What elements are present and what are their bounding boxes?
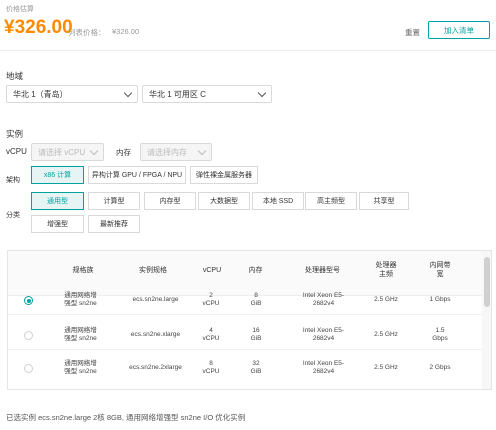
row-radio[interactable] xyxy=(24,296,33,305)
header-cpu: 处理器型号 xyxy=(305,267,340,274)
category-option-recommended[interactable]: 最新推荐 xyxy=(88,215,140,233)
cell-spec: ecs.sn2ne.2xlarge xyxy=(129,364,182,371)
price-amount: ¥326.00 xyxy=(4,17,73,38)
header-freq: 处理器 主频 xyxy=(375,262,397,278)
cell-freq: 2.5 GHz xyxy=(374,296,398,303)
category-option-big-data[interactable]: 大数据型 xyxy=(198,192,250,210)
divider xyxy=(0,50,496,51)
chevron-down-icon xyxy=(197,146,207,156)
region-select-value: 华北 1（青岛） xyxy=(13,89,68,99)
cell-bandwidth: 2 Gbps xyxy=(429,364,451,371)
memory-select[interactable]: 请选择内存 xyxy=(140,143,212,161)
category-label: 分类 xyxy=(6,212,20,219)
cell-family: 通用网络增 强型 sn2ne xyxy=(64,292,97,307)
region-label: 地域 xyxy=(6,71,24,81)
memory-select-placeholder: 请选择内存 xyxy=(147,147,187,157)
vcpu-select-placeholder: 请选择 vCPU xyxy=(38,147,86,157)
cell-memory: 8 GiB xyxy=(250,292,262,307)
cell-memory: 16 GiB xyxy=(250,327,262,342)
zone-select[interactable]: 华北 1 可用区 C xyxy=(142,85,272,103)
category-option-high-freq[interactable]: 高主频型 xyxy=(305,192,357,210)
region-select[interactable]: 华北 1（青岛） xyxy=(6,85,138,103)
row-radio[interactable] xyxy=(24,364,33,373)
cell-cpu: Intel Xeon E5- 2682v4 xyxy=(302,360,345,375)
cell-vcpu: 2 vCPU xyxy=(202,292,220,307)
arch-option-heterogeneous[interactable]: 异构计算 GPU / FPGA / NPU xyxy=(88,166,186,184)
chevron-down-icon xyxy=(123,88,133,98)
category-option-memory[interactable]: 内存型 xyxy=(144,192,196,210)
table-scrollbar-thumb[interactable] xyxy=(484,257,490,307)
instance-label: 实例 xyxy=(6,129,24,139)
vcpu-select[interactable]: 请选择 vCPU xyxy=(31,143,104,161)
category-option-local-ssd[interactable]: 本地 SSD xyxy=(252,192,304,210)
cell-cpu: Intel Xeon E5- 2682v4 xyxy=(302,327,345,342)
chevron-down-icon xyxy=(89,146,99,156)
reset-link[interactable]: 重置 xyxy=(405,27,420,38)
cell-vcpu: 8 vCPU xyxy=(202,360,220,375)
header-family: 规格族 xyxy=(72,267,94,274)
category-option-general[interactable]: 通用型 xyxy=(31,192,84,210)
cell-freq: 2.5 GHz xyxy=(374,364,398,371)
list-price-value: ¥326.00 xyxy=(112,27,140,36)
list-price-label: 列表价格： xyxy=(68,28,106,37)
cell-cpu: Intel Xeon E5- 2682v4 xyxy=(302,292,345,307)
arch-option-x86[interactable]: x86 计算 xyxy=(31,166,84,184)
row-divider xyxy=(8,314,491,315)
row-radio[interactable] xyxy=(24,331,33,340)
cell-bandwidth: 1 Gbps xyxy=(429,296,451,303)
arch-label: 架构 xyxy=(6,177,20,184)
selection-summary: 已选实例 ecs.sn2ne.large 2核 8GB, 通用网络增强型 sn2… xyxy=(6,413,246,422)
chevron-down-icon xyxy=(257,88,267,98)
cell-bandwidth: 1.5 Gbps xyxy=(432,327,448,342)
cell-freq: 2.5 GHz xyxy=(374,331,398,338)
header-memory: 内存 xyxy=(248,267,263,274)
instance-table: 规格族 实例规格 vCPU 内存 处理器型号 处理器 主频 内网带 宽 通用网络… xyxy=(7,250,492,390)
vcpu-label: vCPU xyxy=(6,147,27,156)
header-vcpu: vCPU xyxy=(202,267,222,274)
cell-vcpu: 4 vCPU xyxy=(202,327,220,342)
header-spec: 实例规格 xyxy=(139,267,167,274)
cell-memory: 32 GiB xyxy=(250,360,262,375)
category-option-shared[interactable]: 共享型 xyxy=(359,192,409,210)
arch-option-bare-metal[interactable]: 弹性裸金属服务器 xyxy=(190,166,258,184)
memory-label: 内存 xyxy=(116,148,131,157)
price-label: 价格估算 xyxy=(6,6,34,13)
header-bandwidth: 内网带 宽 xyxy=(429,262,451,278)
cell-family: 通用网络增 强型 sn2ne xyxy=(64,327,97,342)
category-option-compute[interactable]: 计算型 xyxy=(88,192,140,210)
category-option-enhanced[interactable]: 增强型 xyxy=(31,215,84,233)
cell-family: 通用网络增 强型 sn2ne xyxy=(64,360,97,375)
add-to-list-button[interactable]: 加入清单 xyxy=(428,21,490,39)
row-divider xyxy=(8,349,491,350)
cell-spec: ecs.sn2ne.xlarge xyxy=(130,331,181,338)
zone-select-value: 华北 1 可用区 C xyxy=(149,89,206,99)
cell-spec: ecs.sn2ne.large xyxy=(132,296,179,303)
